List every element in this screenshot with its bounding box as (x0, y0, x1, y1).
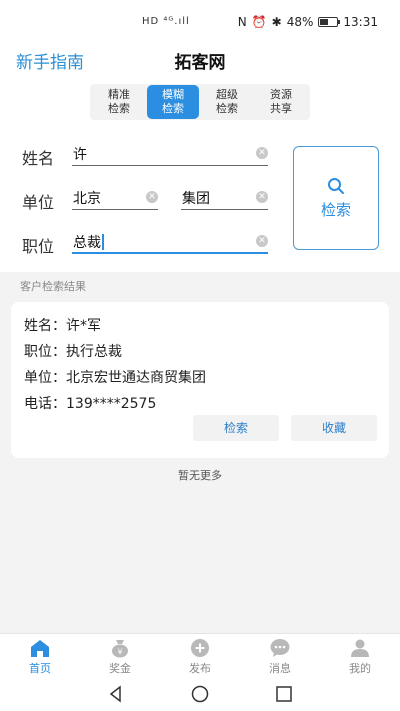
result-unit: 单位：北京宏世通达商贸集团 (24, 370, 206, 386)
name-label: 姓名 (22, 149, 55, 168)
home-nav-icon[interactable] (191, 685, 209, 703)
result-name: 姓名：许*军 (24, 318, 101, 334)
bluetooth-icon: ✱ (271, 15, 282, 29)
tab-messages[interactable]: 消息 (240, 634, 320, 677)
unit-company-field[interactable]: 集团 ✕ (181, 186, 268, 210)
unit-label: 单位 (22, 193, 55, 212)
status-bar: HD ⁴ᴳ.ıll N ⏰ ✱ 48% 13:31 (0, 0, 400, 46)
search-button[interactable]: 检索 (293, 146, 379, 250)
system-nav-bar (0, 677, 400, 711)
bottom-tab-bar: 首页 ¥ 奖金 发布 消息 我的 (0, 633, 400, 677)
tab-label-line1: 资源 (270, 88, 292, 101)
clear-icon[interactable]: ✕ (256, 191, 268, 203)
name-field[interactable]: 许 ✕ (72, 142, 268, 166)
tab-label-line2: 检索 (108, 102, 130, 115)
tab-label: 消息 (269, 662, 291, 675)
tab-super-search[interactable]: 超级 检索 (201, 85, 253, 119)
alarm-icon: ⏰ (251, 15, 267, 29)
tab-label-line1: 精准 (108, 88, 130, 101)
back-icon[interactable] (107, 685, 125, 703)
battery-percent: 48% (286, 15, 314, 29)
nfc-icon: N (237, 15, 247, 29)
result-position: 职位：执行总裁 (24, 344, 122, 360)
app-header: 拓客网 新手指南 (0, 46, 400, 82)
tab-label-line2: 检索 (162, 102, 184, 115)
tab-label: 奖金 (109, 662, 131, 675)
tab-precise-search[interactable]: 精准 检索 (93, 85, 145, 119)
clear-icon[interactable]: ✕ (256, 147, 268, 159)
money-bag-icon: ¥ (112, 640, 128, 658)
tab-label-line2: 检索 (216, 102, 238, 115)
result-phone: 电话：139****2575 (24, 396, 157, 412)
clear-icon[interactable]: ✕ (256, 235, 268, 247)
tab-label: 首页 (29, 662, 51, 675)
home-icon (31, 640, 49, 657)
no-more-text: 暂无更多 (178, 469, 222, 482)
tab-label-line1: 模糊 (162, 88, 184, 101)
status-right: N ⏰ ✱ 48% 13:31 (238, 15, 378, 29)
tab-resource-share[interactable]: 资源 共享 (255, 85, 307, 119)
position-label: 职位 (22, 237, 55, 256)
favorite-button[interactable]: 收藏 (291, 415, 377, 441)
name-value: 许 (73, 147, 87, 163)
tab-fuzzy-search[interactable]: 模糊 检索 (147, 85, 199, 119)
guide-link[interactable]: 新手指南 (16, 48, 84, 73)
search-icon (328, 177, 344, 194)
position-value: 总裁 (73, 232, 104, 252)
result-card: 姓名：许*军 职位：执行总裁 单位：北京宏世通达商贸集团 电话：139****2… (11, 302, 389, 458)
svg-text:¥: ¥ (117, 648, 122, 657)
unit-company-value: 集团 (182, 191, 210, 207)
tab-publish[interactable]: 发布 (160, 634, 240, 677)
recents-icon[interactable] (275, 685, 293, 703)
position-field[interactable]: 总裁 ✕ (72, 230, 268, 254)
plus-circle-icon (191, 639, 209, 657)
clear-icon[interactable]: ✕ (146, 191, 158, 203)
signal-icons: HD ⁴ᴳ.ıll (142, 16, 190, 27)
search-mode-tabs: 精准 检索 模糊 检索 超级 检索 资源 共享 (90, 84, 310, 120)
tab-label-line2: 共享 (270, 102, 292, 115)
tab-home[interactable]: 首页 (0, 634, 80, 677)
user-icon (351, 639, 369, 657)
clock: 13:31 (343, 15, 378, 29)
tab-label-line1: 超级 (216, 88, 238, 101)
tab-label: 我的 (349, 662, 371, 675)
chat-icon (270, 639, 290, 657)
unit-city-field[interactable]: 北京 ✕ (72, 186, 158, 210)
battery-icon (318, 17, 341, 27)
tab-mine[interactable]: 我的 (320, 634, 400, 677)
unit-city-value: 北京 (73, 191, 101, 207)
search-button-label: 检索 (320, 200, 351, 219)
tab-label: 发布 (189, 662, 211, 675)
result-search-button[interactable]: 检索 (193, 415, 279, 441)
tab-bonus[interactable]: ¥ 奖金 (80, 634, 160, 677)
search-panel: 精准 检索 模糊 检索 超级 检索 资源 共享 姓名 许 ✕ 单位 北京 ✕ 集… (0, 82, 400, 272)
results-caption: 客户检索结果 (20, 280, 86, 293)
